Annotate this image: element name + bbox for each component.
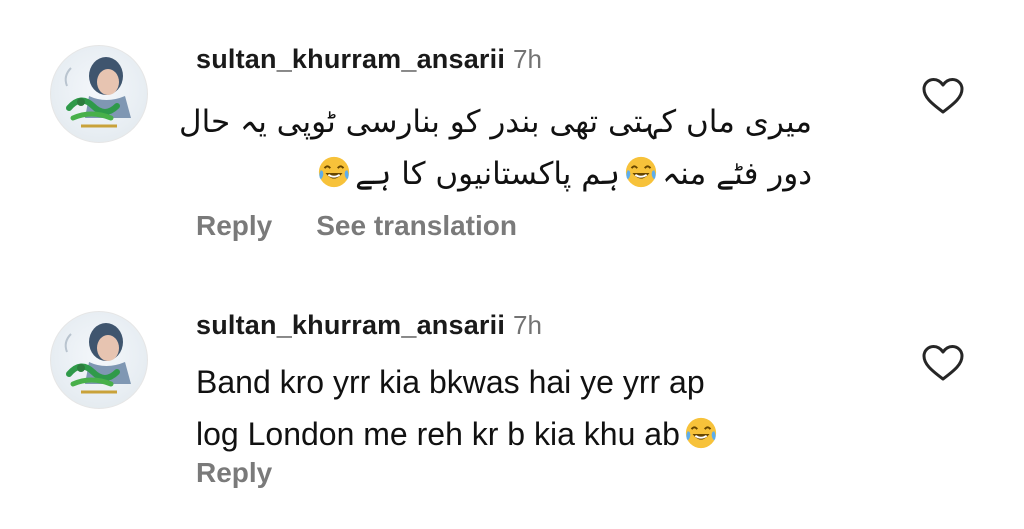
comment-line: دور فٹے منہ ہم پاکستانیوں کا ہے [196,148,812,200]
like-button[interactable] [921,343,965,383]
avatar-image [64,323,131,394]
comment-line-segment: log London me reh kr b kia khu ab [196,416,680,452]
timestamp: 7h [513,310,542,340]
avatar[interactable] [50,45,148,143]
comment-actions: Reply [196,457,272,489]
comment-line-segment: دور فٹے منہ [662,156,812,192]
comment-header: sultan_khurram_ansarii 7h [196,44,542,78]
comment-line-segment: ہم پاکستانیوں کا ہے [355,156,621,192]
comment-item: sultan_khurram_ansarii 7h Band kro yrr k… [0,290,1024,529]
avatar-image [64,57,131,128]
face-with-tears-of-joy-icon [624,155,658,189]
face-with-tears-of-joy-icon [317,155,351,189]
comment-text: میری ماں کہتی تھی بندر کو بنارسی ٹوپی یہ… [179,96,812,200]
comment-header: sultan_khurram_ansarii 7h [196,310,542,344]
comment-line: Band kro yrr kia bkwas hai ye yrr ap [196,364,705,400]
comment-text: Band kro yrr kia bkwas hai ye yrr ap log… [196,356,722,460]
comment-actions: Reply See translation [196,210,517,242]
face-with-tears-of-joy-icon [684,416,718,450]
reply-button[interactable]: Reply [196,210,272,242]
avatar[interactable] [50,311,148,409]
timestamp: 7h [513,44,542,74]
comment-line: log London me reh kr b kia khu ab [196,408,722,460]
heart-outline-icon [922,78,964,114]
username[interactable]: sultan_khurram_ansarii [196,310,505,341]
like-button[interactable] [921,76,965,116]
heart-outline-icon [922,345,964,381]
username[interactable]: sultan_khurram_ansarii [196,44,505,75]
comment-line: میری ماں کہتی تھی بندر کو بنارسی ٹوپی یہ… [179,104,812,140]
comment-item: sultan_khurram_ansarii 7h میری ماں کہتی … [0,0,1024,270]
reply-button[interactable]: Reply [196,457,272,489]
see-translation-button[interactable]: See translation [316,210,517,242]
